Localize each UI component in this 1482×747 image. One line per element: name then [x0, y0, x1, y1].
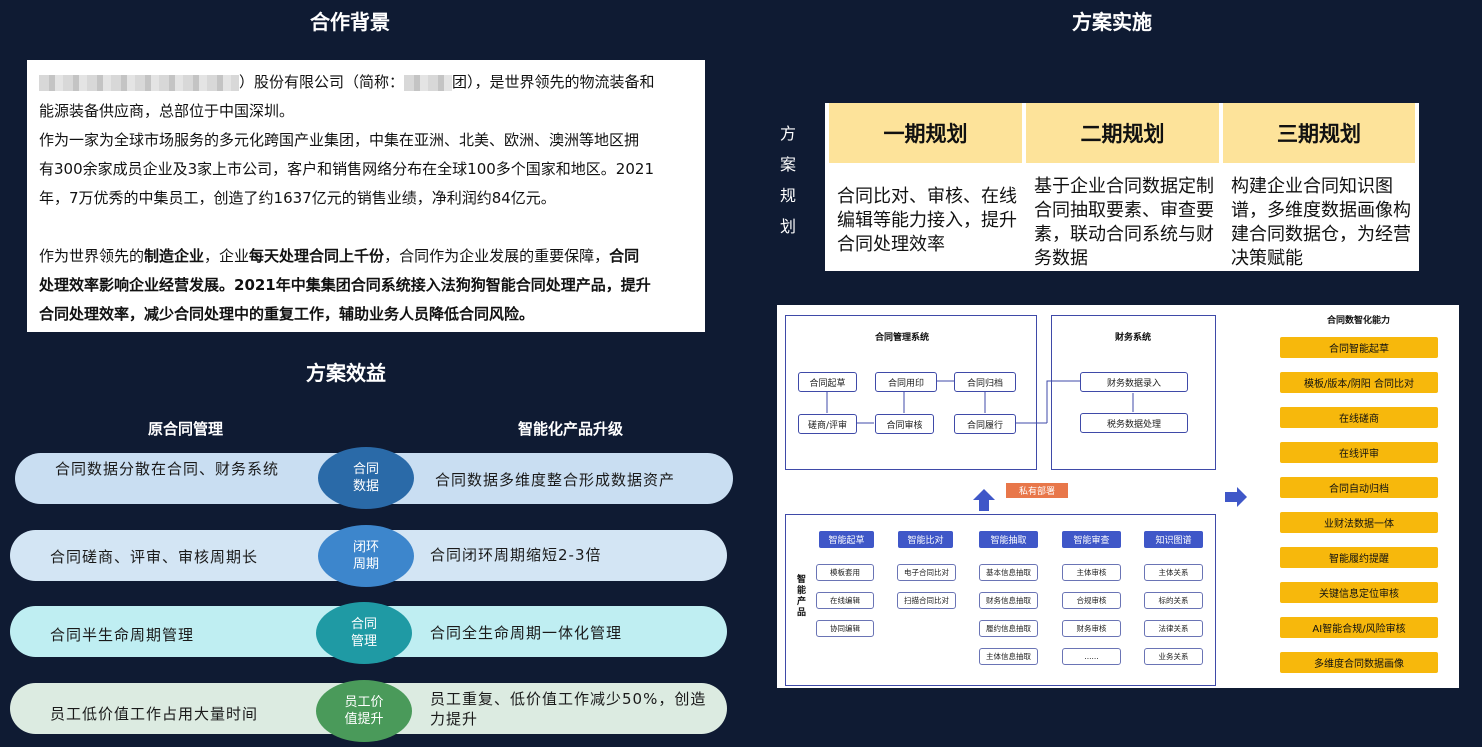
benefit-circle: 闭环 周期 — [318, 525, 414, 587]
background-line: 年，7万优秀的中集员工，创造了约1637亿元的销售业绩，净利润约84亿元。 — [39, 189, 556, 207]
product-head: 智能起草 — [819, 531, 874, 548]
product-item: 基本信息抽取 — [979, 564, 1038, 581]
phase-body: 构建企业合同知识图谱，多维度数据画像构建合同数据仓，为经营决策赋能 — [1231, 176, 1411, 269]
product-head: 知识图谱 — [1144, 531, 1203, 548]
background-para2: 作为世界领先的制造企业，企业每天处理合同上千份，合同作为企业发展的重要保障，合同 — [39, 247, 640, 265]
node-archive: 合同归档 — [954, 372, 1016, 392]
benefits-title: 方案效益 — [306, 361, 386, 385]
phase-title: 三期规划 — [1223, 103, 1415, 163]
background-card: ）股份有限公司（简称： 团），是世界领先的物流装备和 能源装备供应商，总部位于中国… — [27, 60, 705, 332]
capability-item: AI智能合规/风险审核 — [1280, 617, 1438, 638]
product-item: 在线编辑 — [816, 592, 874, 609]
capability-item: 关键信息定位审核 — [1280, 582, 1438, 603]
background-line: 能源装备供应商，总部位于中国深圳。 — [39, 102, 295, 120]
capability-item: 在线评审 — [1280, 442, 1438, 463]
node-negotiate: 磋商/评审 — [798, 414, 857, 434]
phase-body: 基于企业合同数据定制合同抽取要素、审查要素，联动合同系统与财务数据 — [1034, 176, 1214, 269]
node-draft: 合同起草 — [798, 372, 857, 392]
background-title: 合作背景 — [310, 10, 390, 34]
smart-product-label: 智能产品 — [797, 575, 807, 618]
background-para2-line3: 合同处理效率，减少合同处理中的重复工作，辅助业务人员降低合同风险。 — [39, 305, 535, 323]
product-head: 智能审查 — [1062, 531, 1121, 548]
redacted-text — [39, 74, 239, 91]
product-item: 主体关系 — [1144, 564, 1203, 581]
capability-item: 业财法数据一体 — [1280, 512, 1438, 533]
background-line: ）股份有限公司（简称： 团），是世界领先的物流装备和 — [27, 68, 705, 97]
phase-title: 二期规划 — [1026, 103, 1219, 163]
product-head: 智能比对 — [898, 531, 953, 548]
background-line: 有300余家成员企业及3家上市公司，客户和销售网络分布在全球100多个国家和地区… — [39, 160, 654, 178]
product-item: 业务关系 — [1144, 648, 1203, 665]
product-item: 财务审核 — [1062, 620, 1121, 637]
background-para2-line2: 处理效率影响企业经营发展。2021年中集集团合同系统接入法狗狗智能合同处理产品，… — [39, 276, 651, 294]
finance-system-title: 财务系统 — [1115, 333, 1152, 343]
plan-table: 一期规划 二期规划 三期规划 合同比对、审核、在线编辑等能力接入，提升合同处理效… — [825, 103, 1419, 271]
product-item: 履约信息抽取 — [979, 620, 1038, 637]
node-tax: 税务数据处理 — [1080, 413, 1188, 433]
product-item: 合规审核 — [1062, 592, 1121, 609]
node-review: 合同审核 — [875, 414, 934, 434]
capability-item: 智能履约提醒 — [1280, 547, 1438, 568]
node-seal: 合同用印 — [875, 372, 937, 392]
implementation-title: 方案实施 — [1072, 10, 1152, 34]
product-item: 扫描合同比对 — [897, 592, 956, 609]
private-deploy-badge: 私有部署 — [1006, 483, 1068, 498]
capability-item: 合同智能起草 — [1280, 337, 1438, 358]
node-finance-entry: 财务数据录入 — [1080, 372, 1188, 392]
capability-item: 模板/版本/阴阳 合同比对 — [1280, 372, 1438, 393]
col-head-upgrade: 智能化产品升级 — [518, 420, 624, 438]
product-item: ...... — [1062, 648, 1121, 665]
redacted-text — [404, 74, 453, 91]
capability-title: 合同数智化能力 — [1327, 316, 1391, 326]
product-item: 协同编辑 — [816, 620, 874, 637]
product-item: 标的关系 — [1144, 592, 1203, 609]
capability-item: 在线磋商 — [1280, 407, 1438, 428]
contract-system-title: 合同管理系统 — [875, 333, 930, 343]
benefit-circle: 合同 数据 — [318, 447, 414, 509]
product-item: 电子合同比对 — [897, 564, 956, 581]
capability-item: 多维度合同数据画像 — [1280, 652, 1438, 673]
product-item: 主体信息抽取 — [979, 648, 1038, 665]
plan-vertical-label: 方案 规划 — [779, 124, 796, 236]
node-perform: 合同履行 — [954, 414, 1016, 434]
product-head: 智能抽取 — [979, 531, 1038, 548]
benefit-circle: 合同 管理 — [316, 602, 412, 664]
architecture-diagram: 合同管理系统 合同起草 合同用印 合同归档 磋商/评审 合同审核 合同履行 财务… — [777, 305, 1459, 688]
product-item: 财务信息抽取 — [979, 592, 1038, 609]
product-item: 模板套用 — [816, 564, 874, 581]
benefit-circle: 员工价 值提升 — [316, 680, 412, 742]
capability-item: 合同自动归档 — [1280, 477, 1438, 498]
phase-title: 一期规划 — [829, 103, 1022, 163]
phase-body: 合同比对、审核、在线编辑等能力接入，提升合同处理效率 — [837, 186, 1017, 255]
product-item: 法律关系 — [1144, 620, 1203, 637]
background-line: 作为一家为全球市场服务的多元化跨国产业集团，中集在亚洲、北美、欧洲、澳洲等地区拥 — [39, 131, 640, 149]
product-item: 主体审核 — [1062, 564, 1121, 581]
col-head-original: 原合同管理 — [148, 420, 224, 438]
